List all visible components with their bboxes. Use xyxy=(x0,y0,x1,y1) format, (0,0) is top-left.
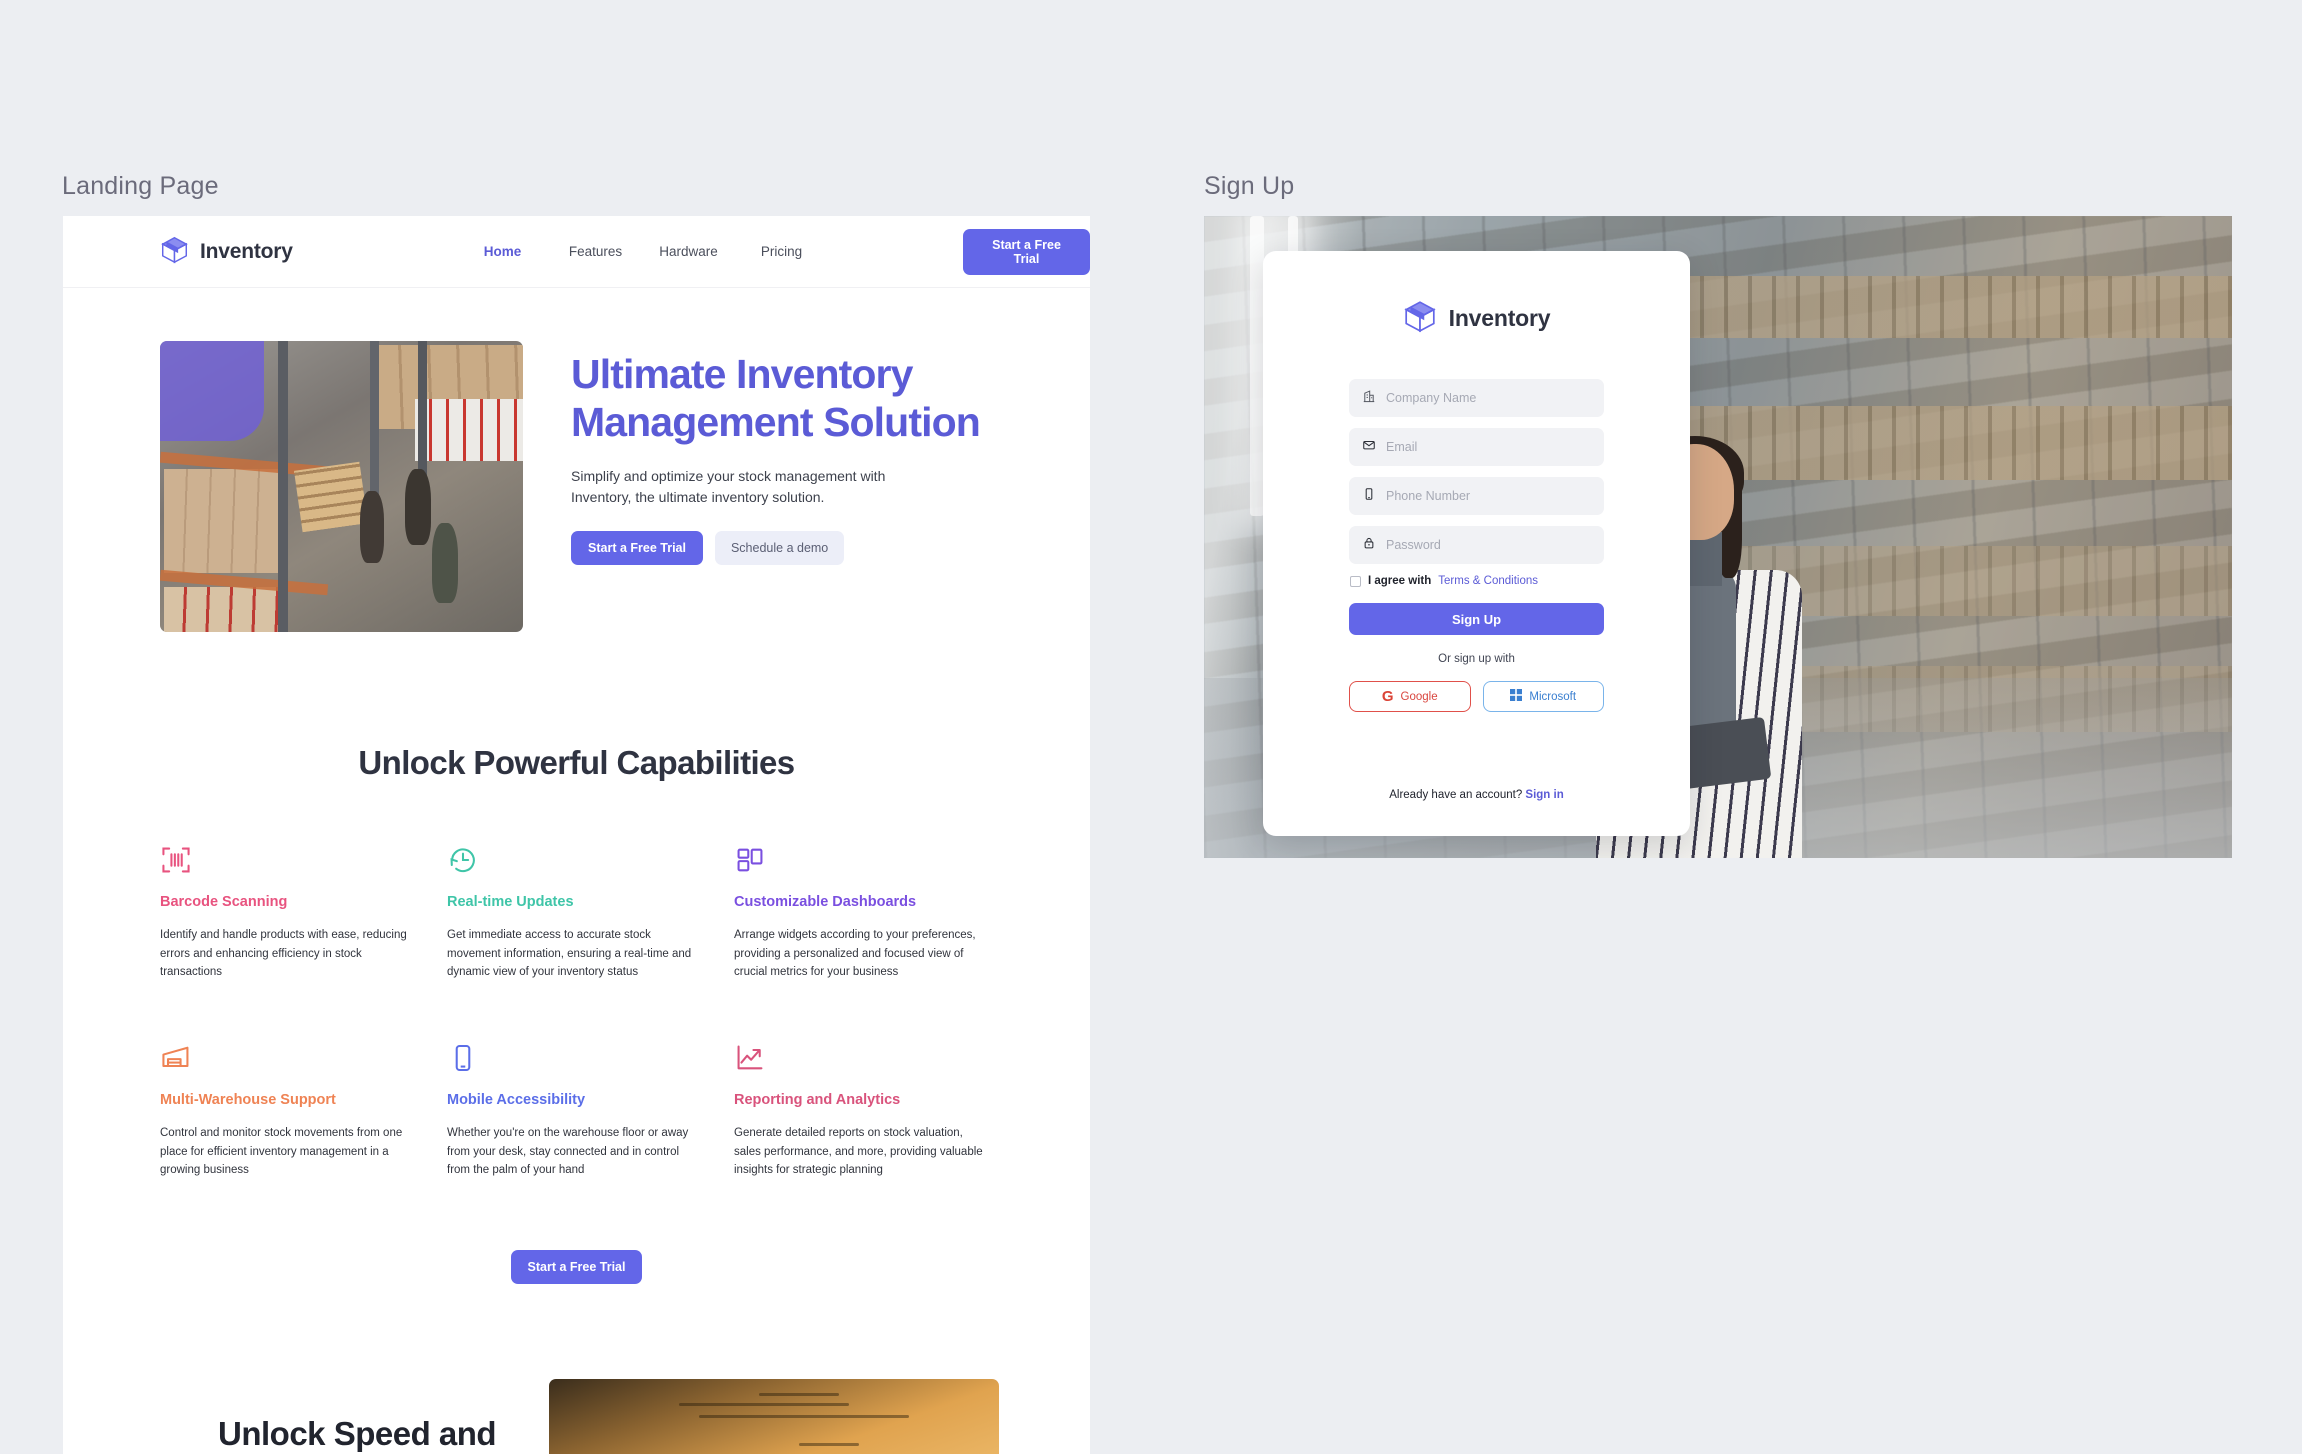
feature-description: Whether you're on the warehouse floor or… xyxy=(447,1126,689,1177)
features-grid: Barcode Scanning Identify and handle pro… xyxy=(160,844,993,1180)
company-name-field[interactable]: Company Name xyxy=(1349,379,1604,417)
feature-description: Control and monitor stock movements from… xyxy=(160,1126,403,1177)
feature-name: Mobile Accessibility xyxy=(447,1091,586,1108)
teaser-section: Unlock Speed and xyxy=(63,1378,1090,1454)
hero-start-free-trial-button[interactable]: Start a Free Trial xyxy=(571,530,703,565)
features-section: Unlock Powerful Capabilities Barcode Sca… xyxy=(63,632,1090,1284)
feature-name: Real-time Updates xyxy=(447,894,574,910)
signup-card: Inventory Company Name Email Phone Numbe… xyxy=(1263,251,1690,836)
hero-warehouse-image xyxy=(160,341,523,632)
microsoft-signup-button[interactable]: Microsoft xyxy=(1482,681,1604,712)
features-title: Unlock Powerful Capabilities xyxy=(358,744,795,781)
microsoft-icon xyxy=(1510,689,1523,704)
terms-checkbox[interactable] xyxy=(1350,575,1361,587)
terms-and-conditions-link[interactable]: Terms & Conditions xyxy=(1438,575,1538,587)
warehouse-icon xyxy=(160,1042,418,1076)
landing-page-frame-label: Landing Page xyxy=(62,172,219,200)
hero-title: Ultimate Inventory Management Solution xyxy=(571,351,981,445)
feature-card-real-time-updates: Real-time Updates Get immediate access t… xyxy=(447,844,705,982)
sign-in-link[interactable]: Sign in xyxy=(1525,789,1563,801)
nav-link-hardware[interactable]: Hardware xyxy=(642,244,735,259)
nav-link-pricing[interactable]: Pricing xyxy=(735,244,828,259)
features-start-free-trial-button[interactable]: Start a Free Trial xyxy=(510,1249,643,1284)
password-placeholder: Password xyxy=(1386,538,1441,552)
hero-copy: Ultimate Inventory Management Solution S… xyxy=(571,341,1001,565)
feature-name: Barcode Scanning xyxy=(160,894,288,910)
phone-number-field[interactable]: Phone Number xyxy=(1349,477,1604,515)
company-name-placeholder: Company Name xyxy=(1386,391,1477,405)
phone-number-placeholder: Phone Number xyxy=(1386,489,1471,503)
features-cta-wrapper: Start a Free Trial xyxy=(63,1249,1090,1284)
feature-name: Customizable Dashboards xyxy=(734,894,917,910)
phone-icon xyxy=(1362,487,1376,506)
password-field[interactable]: Password xyxy=(1349,526,1604,564)
feature-description: Get immediate access to accurate stock m… xyxy=(447,929,692,979)
building-icon xyxy=(1362,389,1376,408)
feature-card-customizable-dashboards: Customizable Dashboards Arrange widgets … xyxy=(734,844,992,982)
hero-subtitle: Simplify and optimize your stock managem… xyxy=(571,467,886,505)
microsoft-button-label: Microsoft xyxy=(1529,690,1577,703)
landing-navbar: Inventory Home Features Hardware Pricing… xyxy=(63,216,1090,288)
hero-section: Ultimate Inventory Management Solution S… xyxy=(63,288,1090,632)
nav-link-home[interactable]: Home xyxy=(456,244,549,259)
oauth-buttons-row: G Google Microsoft xyxy=(1349,681,1604,712)
signup-frame: Inventory Company Name Email Phone Numbe… xyxy=(1204,216,2232,858)
envelope-icon xyxy=(1362,438,1376,457)
teaser-title: Unlock Speed and xyxy=(218,1414,497,1452)
feature-card-multi-warehouse-support: Multi-Warehouse Support Control and moni… xyxy=(160,1042,418,1180)
nav-links: Home Features Hardware Pricing xyxy=(456,244,828,259)
teaser-image xyxy=(549,1378,999,1454)
inventory-box-icon xyxy=(160,235,189,269)
lock-icon xyxy=(1362,536,1376,555)
google-icon: G xyxy=(1381,688,1394,705)
already-have-account-row: Already have an account? Sign in xyxy=(1349,789,1604,801)
feature-card-reporting-and-analytics: Reporting and Analytics Generate detaile… xyxy=(734,1042,992,1180)
email-placeholder: Email xyxy=(1386,440,1418,454)
feature-name: Multi-Warehouse Support xyxy=(160,1091,336,1108)
landing-page-frame: Inventory Home Features Hardware Pricing… xyxy=(63,216,1090,1454)
mobile-phone-icon xyxy=(447,1042,705,1076)
brand-logo[interactable]: Inventory xyxy=(160,235,293,269)
google-signup-button[interactable]: G Google xyxy=(1349,681,1471,712)
or-sign-up-with-text: Or sign up with xyxy=(1438,653,1515,665)
clock-rewind-icon xyxy=(447,844,705,878)
already-have-account-text: Already have an account? xyxy=(1389,789,1523,801)
google-button-label: Google xyxy=(1400,690,1438,703)
dashboard-grid-icon xyxy=(734,844,992,878)
hero-schedule-demo-button[interactable]: Schedule a demo xyxy=(714,530,845,565)
terms-agreement-row: I agree with Terms & Conditions xyxy=(1350,575,1604,587)
feature-description: Arrange widgets according to your prefer… xyxy=(734,929,976,979)
hero-purple-overlay xyxy=(160,341,264,441)
inventory-box-icon xyxy=(1403,299,1437,338)
feature-card-mobile-accessibility: Mobile Accessibility Whether you're on t… xyxy=(447,1042,705,1180)
nav-link-features[interactable]: Features xyxy=(549,244,642,259)
signup-submit-button[interactable]: Sign Up xyxy=(1349,603,1604,635)
signup-brand-logo[interactable]: Inventory xyxy=(1349,299,1604,338)
feature-description: Identify and handle products with ease, … xyxy=(160,929,407,979)
feature-card-barcode-scanning: Barcode Scanning Identify and handle pro… xyxy=(160,844,418,982)
chart-trend-up-icon xyxy=(734,1042,992,1076)
feature-name: Reporting and Analytics xyxy=(734,1091,901,1108)
nav-start-free-trial-button[interactable]: Start a Free Trial xyxy=(963,228,1090,275)
signup-frame-label: Sign Up xyxy=(1204,172,1295,200)
barcode-scan-icon xyxy=(160,844,418,878)
email-field[interactable]: Email xyxy=(1349,428,1604,466)
hero-actions: Start a Free Trial Schedule a demo xyxy=(571,530,1001,565)
brand-name: Inventory xyxy=(200,239,293,263)
feature-description: Generate detailed reports on stock valua… xyxy=(734,1126,983,1177)
signup-brand-name: Inventory xyxy=(1448,305,1551,331)
screenshot-canvas: Landing Page Inventory Home Features Har… xyxy=(0,0,2302,1454)
terms-agreement-text: I agree with xyxy=(1368,575,1432,587)
